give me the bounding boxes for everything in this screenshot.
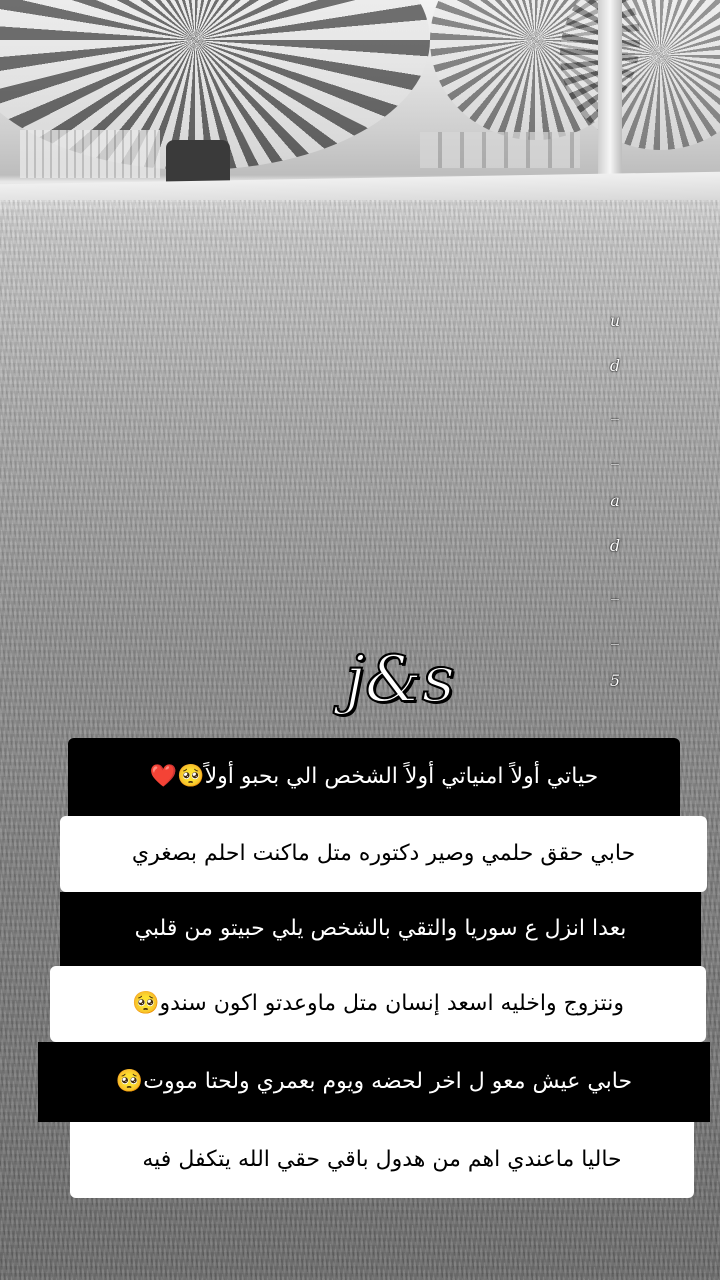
pole-image [598, 0, 622, 196]
handle-char: _ [611, 446, 619, 465]
caption-line: حياتي أولاً امنياتي أولاً الشخص الي بحبو… [68, 738, 680, 816]
caption-line: حاليا ماعندي اهم من هدول باقي حقي الله ي… [70, 1122, 694, 1198]
handle-char: 5 [609, 671, 621, 690]
handle-char: a [610, 491, 620, 510]
vertical-username: u d _ _ a d _ _ 5 [600, 306, 630, 711]
handle-char: _ [611, 581, 619, 600]
story-screen: u d _ _ a d _ _ 5 j&s حياتي أولاً امنيات… [0, 0, 720, 1280]
handle-char: _ [611, 626, 619, 645]
handle-char: d [609, 356, 621, 375]
caption-line: ونتزوج واخليه اسعد إنسان متل ماوعدتو اكو… [50, 966, 706, 1042]
logo-text: j&s [344, 642, 456, 718]
handle-char: u [609, 311, 621, 330]
handle-char: d [609, 536, 621, 555]
caption-line: حابي عيش معو ل اخر لحضه ويوم بعمري ولحتا… [38, 1042, 710, 1122]
caption-line: حابي حقق حلمي وصير دكتوره متل ماكنت احلم… [60, 816, 707, 892]
caption-line: بعدا انزل ع سوريا والتقي بالشخص يلي حبيت… [60, 892, 701, 966]
handle-char: _ [611, 401, 619, 420]
fence-image [20, 130, 160, 178]
building-image [420, 132, 580, 168]
